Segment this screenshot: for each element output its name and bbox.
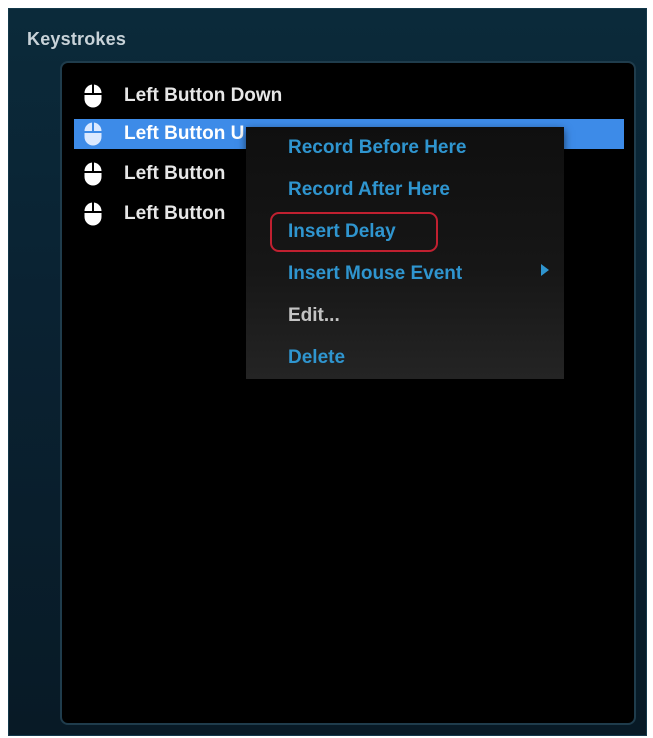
list-item-label: Left Button — [124, 203, 226, 224]
list-item-label: Left Button U — [124, 123, 245, 144]
mouse-icon — [80, 121, 106, 147]
context-menu: Record Before Here Record After Here Ins… — [246, 127, 564, 379]
highlight-ring — [270, 212, 438, 252]
mouse-icon — [80, 201, 106, 227]
list-item-label: Left Button — [124, 163, 226, 184]
mouse-icon — [80, 161, 106, 187]
menu-item-record-before-here[interactable]: Record Before Here — [288, 130, 466, 166]
menu-item-edit[interactable]: Edit... — [288, 298, 340, 334]
mouse-icon — [80, 83, 106, 109]
triangle-right-icon — [541, 264, 549, 276]
menu-item-record-after-here[interactable]: Record After Here — [288, 172, 450, 208]
list-item-label: Left Button Down — [124, 85, 283, 106]
menu-item-insert-mouse-event[interactable]: Insert Mouse Event — [288, 256, 462, 292]
menu-item-delete[interactable]: Delete — [288, 340, 345, 376]
list-item[interactable]: Left Button Down — [74, 81, 624, 111]
panel-title: Keystrokes — [27, 29, 127, 49]
